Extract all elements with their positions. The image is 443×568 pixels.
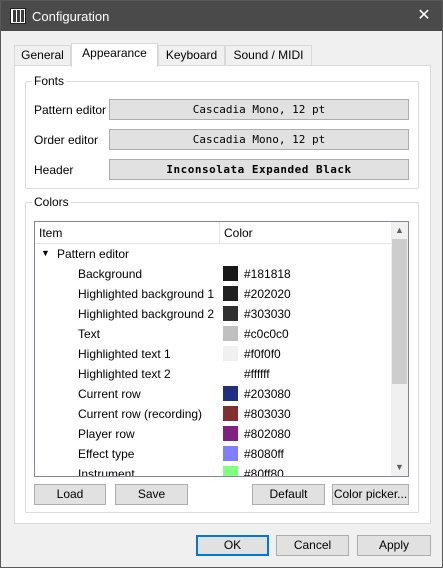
color-swatch [223,366,238,381]
color-hex: #203080 [244,387,291,401]
tree-group-pattern-editor[interactable]: ▼ Pattern editor [35,244,392,264]
color-swatch [223,286,238,301]
color-swatch [223,266,238,281]
color-row-highlighted-background-1[interactable]: Highlighted background 1 #202020 [35,284,392,304]
color-swatch [223,446,238,461]
color-hex: #202020 [244,287,291,301]
default-button[interactable]: Default [252,484,325,505]
color-item-name: Highlighted text 2 [78,367,171,381]
color-item-name: Text [78,327,101,341]
color-row-text[interactable]: Text #c0c0c0 [35,324,392,344]
window-title: Configuration [32,9,110,24]
load-button[interactable]: Load [34,484,106,505]
color-hex: #80ff80 [244,467,284,477]
color-item-name: Instrument [78,467,135,477]
piano-icon [10,8,26,24]
color-row-player-row[interactable]: Player row #802080 [35,424,392,444]
title-bar[interactable]: Configuration ✕ [1,1,442,31]
color-hex: #803030 [244,407,291,421]
color-row-current-row[interactable]: Current row #203080 [35,384,392,404]
color-row-highlighted-text-2[interactable]: Highlighted text 2 #ffffff [35,364,392,384]
color-item-name: Player row [78,427,135,441]
color-swatch [223,326,238,341]
apply-button[interactable]: Apply [357,535,431,556]
order-editor-font-label: Order editor [34,133,99,147]
pattern-editor-font-button[interactable]: Cascadia Mono, 12 pt [109,99,409,120]
color-swatch [223,386,238,401]
tab-keyboard[interactable]: Keyboard [158,45,225,66]
chevron-down-icon[interactable]: ▼ [41,248,50,258]
color-hex: #181818 [244,267,291,281]
colors-group: Colors Item Color ▼ Pattern editor Backg… [25,195,419,513]
color-row-background[interactable]: Background #181818 [35,264,392,284]
color-picker-button[interactable]: Color picker... [332,484,409,505]
color-swatch [223,466,238,476]
colors-group-title: Colors [32,195,71,209]
tab-appearance[interactable]: Appearance [71,43,158,67]
column-header-item[interactable]: Item [39,226,62,240]
color-swatch [223,406,238,421]
color-tree-list[interactable]: Item Color ▼ Pattern editor Background #… [34,221,409,477]
save-button[interactable]: Save [115,484,188,505]
header-font-button[interactable]: Inconsolata Expanded Black [109,159,409,180]
color-row-current-row-recording[interactable]: Current row (recording) #803030 [35,404,392,424]
appearance-page: Fonts Pattern editor Cascadia Mono, 12 p… [14,65,431,524]
color-hex: #303030 [244,307,291,321]
tab-general[interactable]: General [14,45,71,66]
column-header-color[interactable]: Color [224,226,253,240]
color-swatch [223,426,238,441]
color-item-name: Effect type [78,447,135,461]
color-row-instrument[interactable]: Instrument #80ff80 [35,464,392,477]
color-item-name: Background [78,267,143,281]
color-row-highlighted-background-2[interactable]: Highlighted background 2 #303030 [35,304,392,324]
cancel-button[interactable]: Cancel [276,535,349,556]
color-hex: #8080ff [244,447,284,461]
color-item-name: Highlighted text 1 [78,347,171,361]
color-hex: #802080 [244,427,291,441]
fonts-group-title: Fonts [32,74,67,88]
color-row-effect-type[interactable]: Effect type #8080ff [35,444,392,464]
order-editor-font-button[interactable]: Cascadia Mono, 12 pt [109,129,409,150]
color-row-highlighted-text-1[interactable]: Highlighted text 1 #f0f0f0 [35,344,392,364]
fonts-group: Fonts Pattern editor Cascadia Mono, 12 p… [25,74,419,189]
color-swatch [223,346,238,361]
color-item-name: Highlighted background 1 [78,287,215,301]
list-header: Item Color [35,222,392,244]
tree-group-label: Pattern editor [57,247,130,261]
vertical-scrollbar[interactable]: ▲ ▼ [391,222,408,476]
color-hex: #c0c0c0 [244,327,289,341]
tab-sound-midi[interactable]: Sound / MIDI [225,45,312,66]
configuration-window: Configuration ✕ General Appearance Keybo… [0,0,443,568]
color-item-name: Highlighted background 2 [78,307,215,321]
header-font-label: Header [34,163,74,177]
color-hex: #f0f0f0 [244,347,281,361]
color-hex: #ffffff [244,367,270,381]
close-icon[interactable]: ✕ [406,1,442,31]
color-item-name: Current row (recording) [78,407,203,421]
scroll-down-icon[interactable]: ▼ [391,459,408,476]
scroll-up-icon[interactable]: ▲ [391,222,408,239]
pattern-editor-font-label: Pattern editor [34,103,107,117]
color-item-name: Current row [78,387,141,401]
scroll-thumb[interactable] [392,239,407,384]
color-swatch [223,306,238,321]
column-separator[interactable] [219,222,220,244]
ok-button[interactable]: OK [196,535,269,556]
